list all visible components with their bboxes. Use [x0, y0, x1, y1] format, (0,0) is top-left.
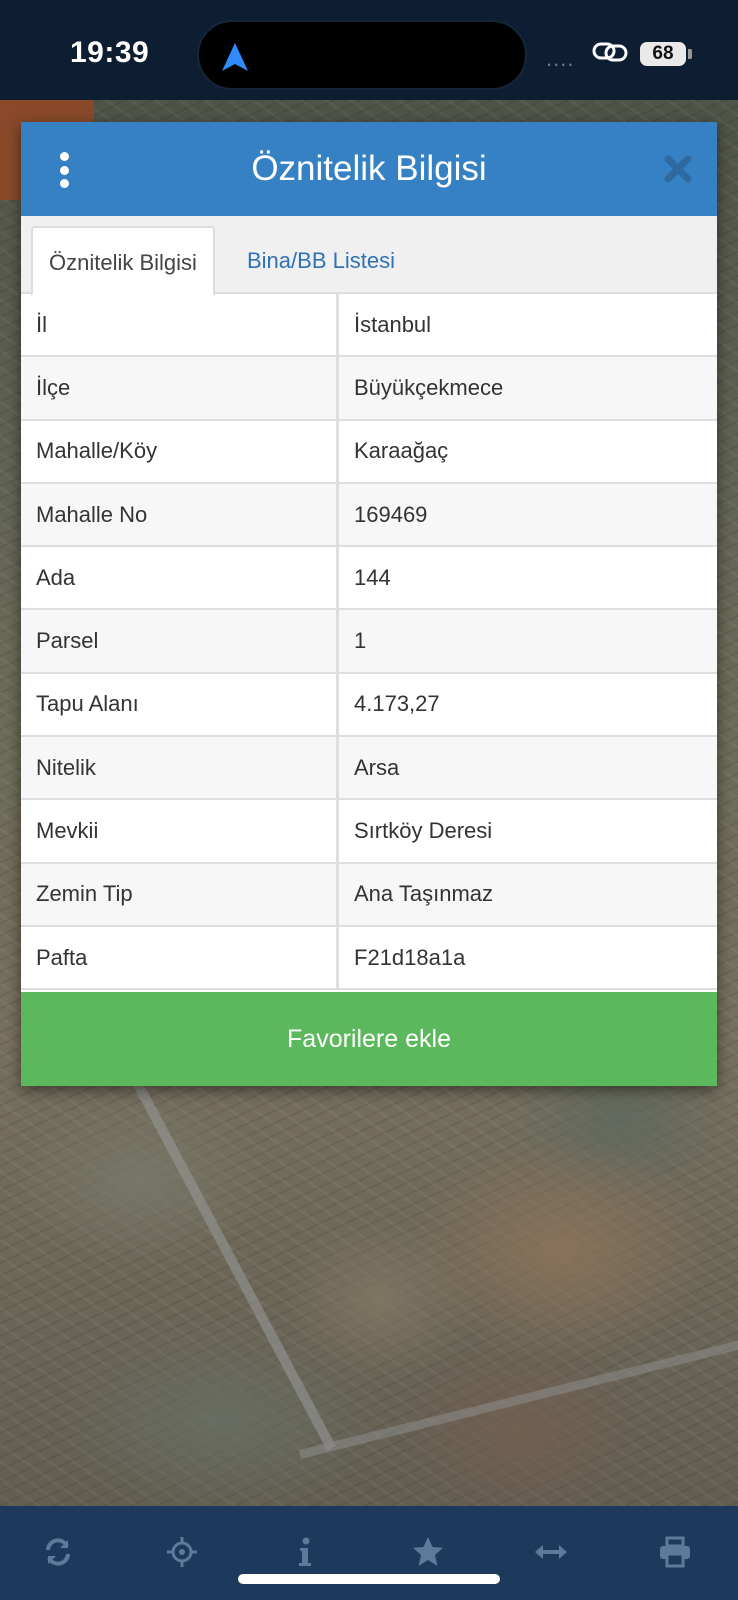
status-bar: 19:39 .... 68 [0, 0, 738, 100]
home-indicator[interactable] [238, 1574, 500, 1584]
table-row: İl İstanbul [21, 294, 717, 358]
add-favorite-button[interactable]: Favorilere ekle [21, 992, 717, 1086]
row-value: 169469 [354, 501, 428, 527]
table-row: Tapu Alanı 4.173,27 [21, 673, 717, 738]
bottom-toolbar [0, 1506, 738, 1600]
row-value: Büyükçekmece [354, 374, 504, 400]
table-row: Pafta F21d18a1a [21, 926, 717, 991]
dynamic-island [197, 20, 527, 90]
tab-bar: Öznitelik Bilgisi Bina/BB Listesi [21, 216, 717, 296]
row-key: Mahalle/Köy [21, 420, 339, 482]
row-value: F21d18a1a [354, 944, 466, 970]
signal-icon: .... [546, 46, 575, 71]
row-value: 4.173,27 [354, 691, 440, 717]
attribute-dialog: Öznitelik Bilgisi Öznitelik Bilgisi Bina… [21, 122, 717, 1086]
row-key: Nitelik [21, 737, 339, 799]
row-key: Ada [21, 547, 339, 609]
table-row: Parsel 1 [21, 610, 717, 674]
locate-icon[interactable] [162, 1532, 202, 1572]
link-icon [592, 42, 628, 62]
row-key: İlçe [21, 357, 339, 419]
refresh-icon[interactable] [38, 1532, 78, 1572]
row-value: Arsa [354, 754, 400, 780]
attribute-table: İl İstanbul İlçe Büyükçekmece Mahalle/Kö… [21, 294, 717, 991]
row-value: Karaağaç [354, 438, 449, 464]
row-value: İstanbul [354, 311, 432, 337]
row-key: Mevkii [21, 800, 339, 862]
row-key: Tapu Alanı [21, 673, 339, 736]
battery-nub [688, 49, 692, 59]
row-key: Pafta [21, 926, 339, 989]
table-row: Zemin Tip Ana Taşınmaz [21, 863, 717, 927]
star-icon[interactable] [408, 1532, 448, 1572]
table-row: Mahalle No 169469 [21, 483, 717, 548]
row-key: Parsel [21, 610, 339, 672]
dialog-title: Öznitelik Bilgisi [251, 149, 487, 188]
clock: 19:39 [70, 36, 150, 69]
row-key: İl [21, 294, 339, 356]
info-icon[interactable] [285, 1532, 325, 1572]
table-row: Mahalle/Köy Karaağaç [21, 420, 717, 484]
tab-building-list[interactable]: Bina/BB Listesi [231, 226, 411, 296]
row-value: 144 [354, 564, 391, 590]
battery-icon: 68 [640, 42, 686, 66]
row-value: 1 [354, 628, 367, 654]
print-icon[interactable] [655, 1532, 695, 1572]
table-row: İlçe Büyükçekmece [21, 357, 717, 421]
row-key: Zemin Tip [21, 863, 339, 925]
dialog-header: Öznitelik Bilgisi [21, 122, 717, 216]
row-value: Ana Taşınmaz [354, 881, 494, 907]
table-row: Nitelik Arsa [21, 737, 717, 801]
table-row: Mevkii Sırtköy Deresi [21, 800, 717, 864]
table-row: Ada 144 [21, 547, 717, 611]
location-arrow-icon [222, 43, 248, 71]
row-value: Sırtköy Deresi [354, 818, 493, 844]
close-icon[interactable] [663, 154, 693, 184]
tab-attribute-info[interactable]: Öznitelik Bilgisi [31, 226, 215, 296]
menu-dots-icon[interactable] [57, 152, 71, 188]
row-key: Mahalle No [21, 483, 339, 546]
measure-icon[interactable] [531, 1532, 571, 1572]
